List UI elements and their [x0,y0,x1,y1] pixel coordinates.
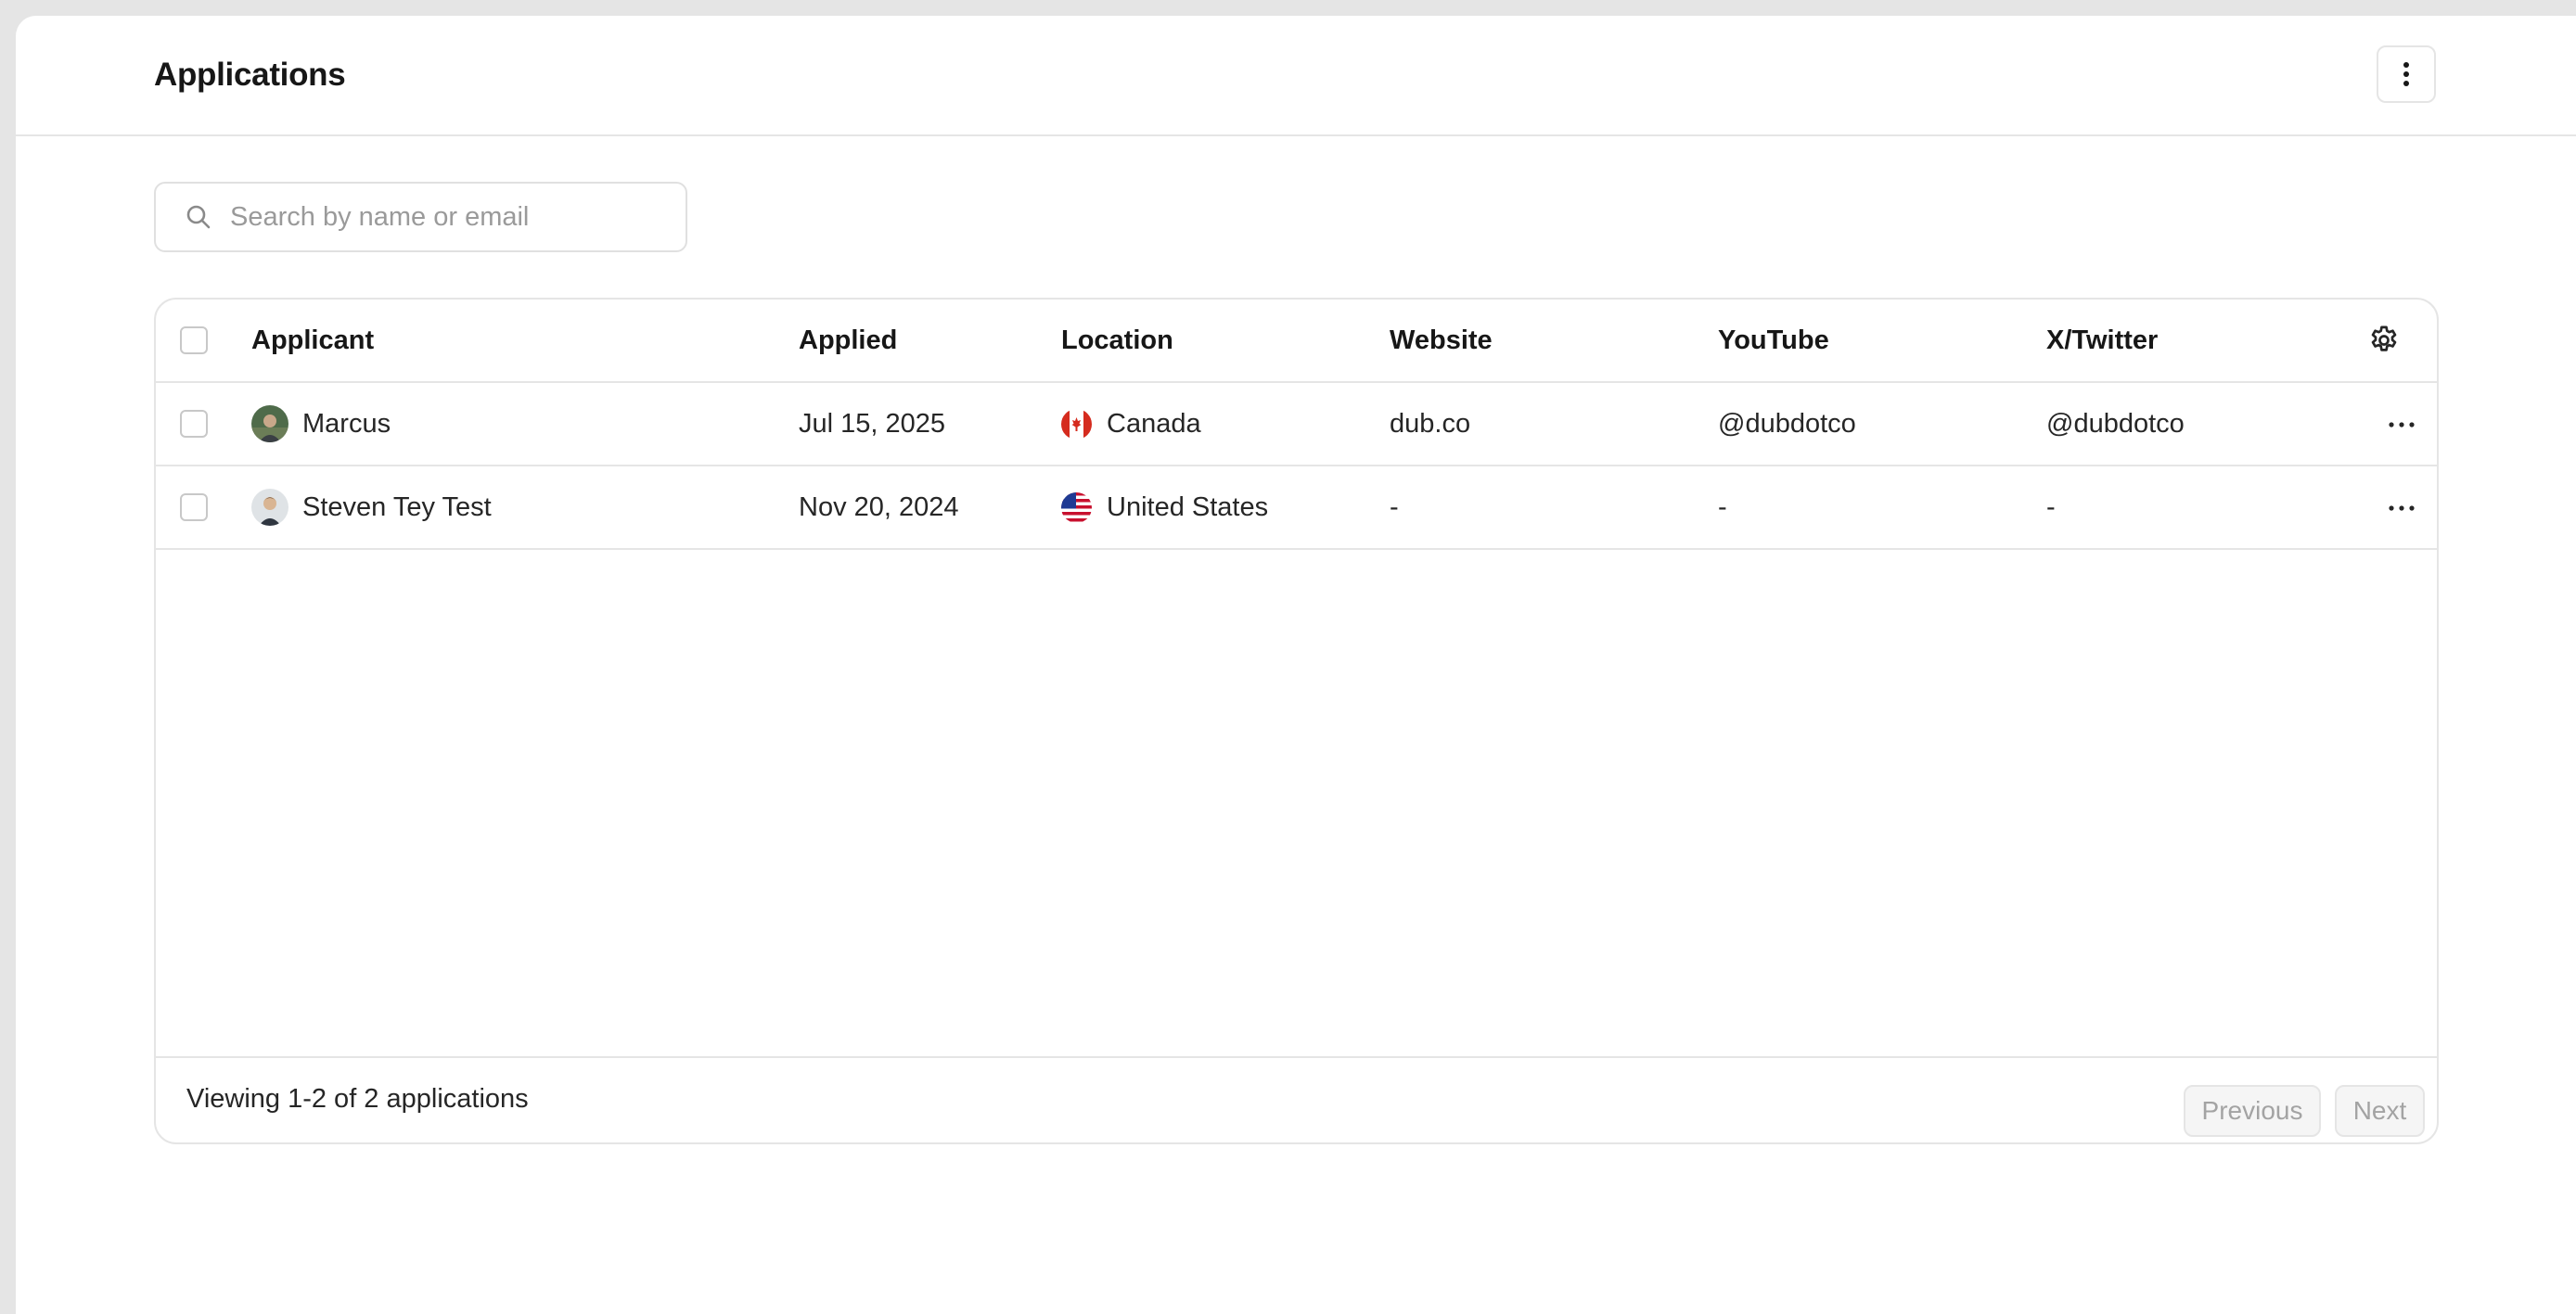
pagination-summary: Viewing 1-2 of 2 applications [186,1084,529,1114]
row-checkbox[interactable] [180,493,208,521]
main-panel: Applications Applicant Applied Location … [16,16,2576,1314]
applied-date: Jul 15, 2025 [799,408,946,439]
page-title: Applications [154,57,346,93]
applicant-name[interactable]: Marcus [302,409,391,440]
applicant-cell: Marcus [251,383,391,465]
location-name: Canada [1107,408,1201,439]
column-header-youtube[interactable]: YouTube [1718,300,1829,381]
column-header-applicant[interactable]: Applicant [251,300,374,381]
applications-table: Applicant Applied Location Website YouTu… [154,298,2439,1144]
column-header-applied[interactable]: Applied [799,300,897,381]
twitter-cell[interactable]: @dubdotco [2046,383,2185,465]
applicant-name[interactable]: Steven Tey Test [302,492,492,523]
location-name: United States [1107,491,1269,522]
applied-date: Nov 20, 2024 [799,491,959,522]
table-header-row: Applicant Applied Location Website YouTu… [156,300,2437,383]
row-menu-button[interactable] [2382,411,2421,439]
gear-icon[interactable] [2367,324,2401,357]
website-cell: - [1390,491,1399,522]
next-page-button[interactable]: Next [2335,1085,2425,1137]
location-cell: Canada [1061,383,1201,465]
table-row[interactable]: Marcus Jul 15, 2025 Canada dub.co @dubdo… [156,383,2437,466]
youtube-cell[interactable]: @dubdotco [1718,383,1856,465]
youtube-cell: - [1718,491,1727,522]
search-box[interactable] [154,182,687,252]
search-icon [186,205,211,229]
vertical-ellipsis-icon [2403,62,2409,86]
header-menu-button[interactable] [2377,45,2436,103]
select-all-checkbox[interactable] [180,326,208,354]
canada-flag-icon [1061,408,1092,440]
avatar [251,405,288,442]
avatar [251,489,288,526]
search-input[interactable] [228,200,659,234]
united-states-flag-icon [1061,491,1092,523]
horizontal-ellipsis-icon [2389,422,2415,427]
column-header-twitter[interactable]: X/Twitter [2046,300,2158,381]
previous-page-button[interactable]: Previous [2184,1085,2321,1137]
page-header: Applications [16,16,2576,136]
row-menu-button[interactable] [2382,494,2421,522]
location-cell: United States [1061,466,1268,548]
column-header-website[interactable]: Website [1390,300,1493,381]
applicant-cell: Steven Tey Test [251,466,492,548]
table-footer: Viewing 1-2 of 2 applications Previous N… [156,1056,2437,1142]
table-row[interactable]: Steven Tey Test Nov 20, 2024 United Stat… [156,466,2437,550]
row-checkbox[interactable] [180,410,208,438]
twitter-cell: - [2046,491,2056,522]
horizontal-ellipsis-icon [2389,505,2415,511]
website-cell[interactable]: dub.co [1390,383,1470,465]
column-header-location[interactable]: Location [1061,300,1173,381]
